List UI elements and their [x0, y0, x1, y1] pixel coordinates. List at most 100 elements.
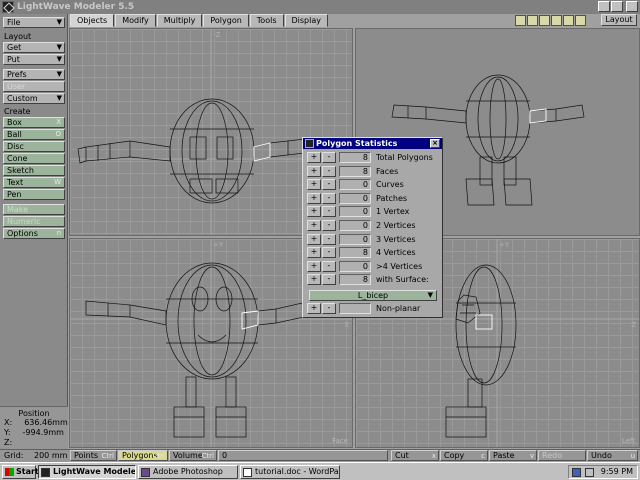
layout-button[interactable]: Layout: [601, 14, 637, 26]
box-label: Box: [7, 118, 22, 127]
network-icon[interactable]: [572, 468, 581, 477]
tab-polygon[interactable]: Polygon: [203, 14, 249, 27]
task-photoshop-label: Adobe Photoshop: [153, 467, 223, 476]
select-plus-button[interactable]: +: [307, 206, 321, 218]
speaker-icon[interactable]: [585, 468, 594, 477]
prefs-menu[interactable]: Prefs: [3, 69, 65, 80]
surface-dropdown[interactable]: L_bicep: [309, 290, 437, 301]
select-plus-button[interactable]: +: [307, 220, 321, 231]
points-mode-button[interactable]: Points Ctrl: [70, 450, 117, 461]
select-plus-button[interactable]: +: [307, 179, 321, 191]
tab-tools[interactable]: Tools: [249, 14, 284, 27]
get-menu[interactable]: Get: [3, 42, 65, 53]
stat-row: + -0 Curves: [307, 179, 404, 191]
select-plus-button[interactable]: +: [307, 233, 321, 245]
lightwave-app-icon[interactable]: [2, 1, 14, 13]
cut-button[interactable]: Cut x: [391, 450, 439, 461]
pen-tool-button[interactable]: Pen: [3, 189, 65, 200]
polygons-shortcut: Ctrl: [152, 452, 165, 460]
put-menu[interactable]: Put: [3, 54, 65, 65]
sketch-tool-button[interactable]: Sketch: [3, 165, 65, 176]
box-tool-button[interactable]: Box X: [3, 117, 65, 128]
select-minus-button[interactable]: -: [322, 274, 336, 286]
stat-row: + -8 4 Vertices: [307, 247, 416, 259]
stat-label: Patches: [376, 193, 408, 203]
stat-row: + -8 Total Polygons: [307, 152, 433, 163]
custom-menu[interactable]: Custom: [3, 93, 65, 104]
layer-3-button[interactable]: [539, 15, 550, 26]
layer-1-button[interactable]: [515, 15, 526, 26]
task-lightwave[interactable]: LightWave Modeler 5.5: [38, 465, 136, 479]
text-tool-button[interactable]: Text W: [3, 177, 65, 188]
user-button[interactable]: User: [3, 81, 65, 92]
layer-2-button[interactable]: [527, 15, 538, 26]
tab-objects[interactable]: Objects: [70, 14, 115, 27]
stat-label: Curves: [376, 180, 404, 190]
select-minus-button[interactable]: -: [322, 206, 336, 218]
copy-button[interactable]: Copy c: [440, 450, 488, 461]
select-plus-button[interactable]: +: [307, 303, 321, 314]
stat-count: 8: [339, 247, 371, 259]
select-minus-button[interactable]: -: [322, 165, 336, 177]
select-plus-button[interactable]: +: [307, 260, 321, 272]
task-photoshop[interactable]: Adobe Photoshop: [138, 465, 238, 479]
dialog-close-button[interactable]: ×: [430, 139, 440, 148]
ball-tool-button[interactable]: Ball O: [3, 129, 65, 140]
select-minus-button[interactable]: -: [322, 303, 336, 314]
undo-button[interactable]: Undo u: [587, 450, 638, 461]
box-shortcut: X: [56, 118, 61, 126]
dialog-title-bar[interactable]: Polygon Statistics ×: [303, 138, 442, 149]
numeric-button[interactable]: Numeric: [3, 216, 65, 227]
dialog-title: Polygon Statistics: [316, 139, 398, 148]
make-button[interactable]: Make: [3, 204, 65, 215]
bottom-bar: Grid: 200 mm Points Ctrl Polygons Ctrl Vol…: [0, 449, 640, 461]
select-plus-button[interactable]: +: [307, 247, 321, 259]
position-x-label: X:: [4, 418, 13, 427]
file-menu[interactable]: File: [3, 17, 65, 28]
select-minus-button[interactable]: -: [322, 233, 336, 245]
tab-modify[interactable]: Modify: [115, 14, 156, 27]
stat-count: 0: [339, 206, 371, 218]
volume-mode-button[interactable]: Volume Ctrl: [169, 450, 217, 461]
select-plus-button[interactable]: +: [307, 274, 321, 286]
wordpad-icon: [243, 468, 252, 477]
position-x-value: 636.46mm: [24, 418, 68, 427]
layer-5-button[interactable]: [563, 15, 574, 26]
select-minus-button[interactable]: -: [322, 192, 336, 204]
title-bar[interactable]: LightWave Modeler 5.5 _ □ ×: [0, 0, 640, 14]
minimize-button[interactable]: _: [598, 1, 610, 12]
select-minus-button[interactable]: -: [322, 220, 336, 231]
maximize-button[interactable]: □: [611, 1, 623, 12]
left-view-axis-v: +Y: [499, 241, 510, 249]
lightwave-icon: [41, 468, 50, 477]
cone-tool-button[interactable]: Cone: [3, 153, 65, 164]
task-wordpad[interactable]: tutorial.doc - WordPad: [240, 465, 340, 479]
stat-count: [339, 303, 371, 314]
select-plus-button[interactable]: +: [307, 152, 321, 163]
stat-label: >4 Vertices: [376, 261, 423, 271]
select-minus-button[interactable]: -: [322, 152, 336, 163]
stat-row: + -0 3 Vertices: [307, 233, 416, 245]
tab-multiply[interactable]: Multiply: [156, 14, 203, 27]
disc-tool-button[interactable]: Disc: [3, 141, 65, 152]
start-button[interactable]: Start: [2, 465, 39, 479]
options-button[interactable]: Options n: [3, 228, 65, 239]
select-minus-button[interactable]: -: [322, 260, 336, 272]
layer-6-button[interactable]: [575, 15, 586, 26]
cut-label: Cut: [395, 451, 409, 460]
stat-label: with Surface:: [376, 275, 429, 285]
stat-label: 3 Vertices: [376, 234, 416, 244]
layer-4-button[interactable]: [551, 15, 562, 26]
clock[interactable]: 9:59 PM: [601, 467, 633, 476]
paste-button[interactable]: Paste v: [489, 450, 537, 461]
select-minus-button[interactable]: -: [322, 247, 336, 259]
select-minus-button[interactable]: -: [322, 179, 336, 191]
stat-row-nonplanar: + - Non-planar: [307, 303, 420, 314]
redo-button[interactable]: Redo: [538, 450, 586, 461]
polygons-mode-button[interactable]: Polygons Ctrl: [118, 450, 168, 461]
close-button[interactable]: ×: [626, 1, 638, 12]
select-plus-button[interactable]: +: [307, 192, 321, 204]
select-plus-button[interactable]: +: [307, 165, 321, 177]
stat-count: 0: [339, 220, 371, 231]
tab-display[interactable]: Display: [284, 14, 328, 27]
